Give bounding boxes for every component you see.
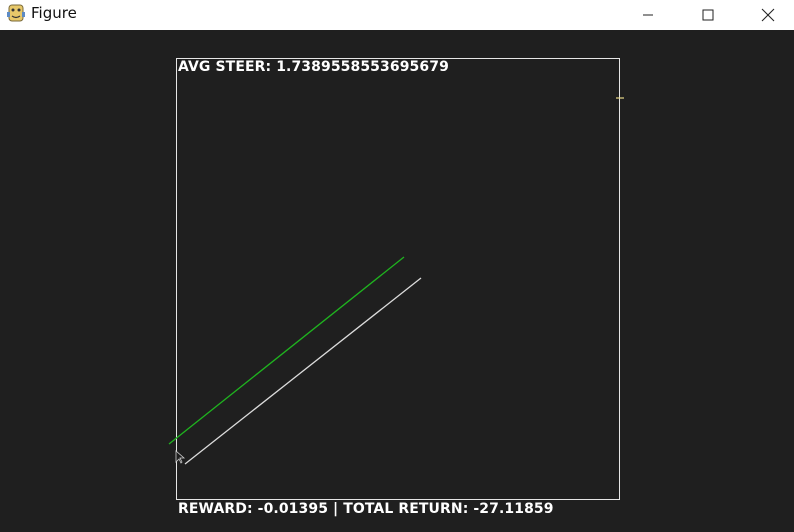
maximize-icon <box>702 9 714 21</box>
figure-window: Figure AVG STEER: 1.7389558553695679 REW… <box>0 0 794 532</box>
minimize-icon <box>643 14 653 16</box>
window-title: Figure <box>31 4 77 22</box>
close-icon <box>761 8 775 22</box>
reward-return-label: REWARD: -0.01395 | TOTAL RETURN: -27.118… <box>178 501 554 517</box>
white-trajectory-line <box>184 277 422 465</box>
green-trajectory-line <box>168 256 405 445</box>
title-bar[interactable]: Figure <box>0 0 794 30</box>
python-icon <box>6 3 26 23</box>
maximize-button[interactable] <box>685 0 731 30</box>
mouse-cursor-icon <box>175 450 186 464</box>
avg-steer-label: AVG STEER: 1.7389558553695679 <box>178 59 449 75</box>
render-canvas[interactable]: AVG STEER: 1.7389558553695679 REWARD: -0… <box>0 30 794 532</box>
trajectory-overlay <box>168 97 624 465</box>
minimize-button[interactable] <box>625 0 671 30</box>
close-button[interactable] <box>745 0 791 30</box>
